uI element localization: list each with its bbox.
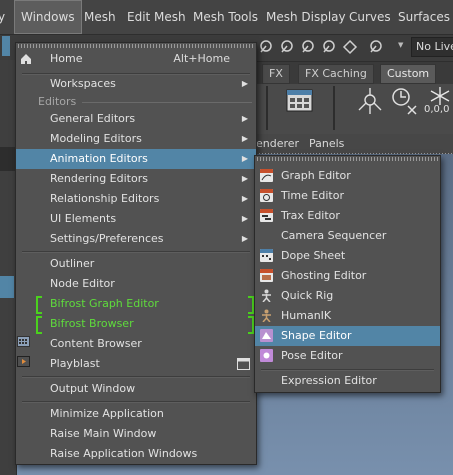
menu-item-rendering-editors[interactable]: Rendering Editors ▶ [16, 169, 256, 189]
locator-icon[interactable] [356, 86, 386, 118]
shelf-editor-icon[interactable] [285, 88, 315, 114]
dope-sheet-icon [260, 249, 273, 262]
statusline-mode-button[interactable] [2, 36, 10, 56]
menu-item-time-editor[interactable]: Time Editor [255, 186, 440, 206]
shelf-divider-2 [333, 86, 335, 130]
menu-item-graph-editor[interactable]: Graph Editor [255, 166, 440, 186]
menu-item-animation-editors[interactable]: Animation Editors ▶ [16, 149, 256, 169]
menu-item-raise-main-window[interactable]: Raise Main Window [16, 424, 256, 444]
live-dropdown-arrow[interactable]: ▼ [398, 41, 403, 49]
snowflake-icon[interactable] [428, 86, 453, 106]
menu-item-general-editors[interactable]: General Editors ▶ [16, 109, 256, 129]
playblast-icon [17, 356, 30, 367]
menu-windows[interactable]: Windows [14, 0, 82, 34]
menu-item-camera-sequencer[interactable]: Camera Sequencer [255, 226, 440, 246]
menu-mesh[interactable]: Mesh [78, 0, 122, 34]
menu-item-humanik[interactable]: HumanIK [255, 306, 440, 326]
menu-item-outliner[interactable]: Outliner [16, 254, 256, 274]
submenu-tearoff[interactable] [257, 157, 438, 161]
snap-to-view-icon[interactable] [342, 39, 358, 55]
shelf-numeric-readout: 0,0,0 [424, 104, 450, 115]
menu-item-node-editor[interactable]: Node Editor [16, 274, 256, 294]
section-header-editors: Editors [38, 95, 77, 108]
menu-item-expression-editor[interactable]: Expression Editor [255, 371, 440, 391]
shelf-tab-fx[interactable]: FX [262, 64, 290, 84]
left-strip-block [0, 147, 16, 171]
menu-item-home[interactable]: Home Alt+Home [16, 49, 256, 69]
windows-menu: Home Alt+Home Workspaces ▶ Editors Gener… [15, 42, 257, 465]
panel-menu-renderer[interactable]: enderer [256, 137, 299, 150]
green-bracket-left [36, 296, 42, 314]
shelf-tab-fx-caching[interactable]: FX Caching [298, 64, 374, 84]
menu-mesh-tools[interactable]: Mesh Tools [187, 0, 264, 34]
shelf-divider [266, 86, 268, 130]
menu-mesh-display[interactable]: Mesh Display [260, 0, 352, 34]
menu-item-raise-application-windows[interactable]: Raise Application Windows [16, 444, 256, 464]
menu-item-content-browser[interactable]: Content Browser [16, 334, 256, 354]
content-browser-icon [17, 336, 30, 347]
submenu-arrow-icon: ▶ [241, 194, 248, 203]
menu-item-relationship-editors[interactable]: Relationship Editors ▶ [16, 189, 256, 209]
time-editor-icon [260, 189, 273, 202]
home-icon [21, 54, 31, 64]
menu-edit-mesh[interactable]: Edit Mesh [121, 0, 192, 34]
snap-to-surface-icon[interactable] [323, 40, 335, 53]
snap-toolbar [260, 39, 382, 55]
shape-editor-icon [260, 329, 273, 342]
menu-item-ui-elements[interactable]: UI Elements ▶ [16, 209, 256, 229]
humanik-icon [262, 309, 271, 322]
submenu-arrow-icon: ▶ [241, 154, 248, 163]
menu-item-output-window[interactable]: Output Window [16, 379, 256, 399]
graph-editor-icon [260, 169, 273, 182]
snap-to-grid-icon[interactable] [260, 40, 272, 53]
menu-item-pose-editor[interactable]: Pose Editor [255, 346, 440, 366]
menu-item-settings-preferences[interactable]: Settings/Preferences ▶ [16, 229, 256, 249]
submenu-arrow-icon: ▶ [241, 174, 248, 183]
animation-editors-submenu: Graph Editor Time Editor Trax Editor Cam… [254, 155, 441, 393]
menu-separator [22, 401, 250, 403]
trax-editor-icon [260, 209, 273, 222]
main-menubar: y Windows Mesh Edit Mesh Mesh Tools Mesh… [0, 0, 453, 34]
quick-rig-icon [262, 289, 271, 302]
submenu-arrow-icon: ▶ [241, 134, 248, 143]
menu-separator [22, 376, 250, 378]
submenu-arrow-icon: ▶ [241, 214, 248, 223]
menu-item-bifrost-browser[interactable]: Bifrost Browser [16, 314, 256, 334]
home-shortcut: Alt+Home [173, 52, 230, 65]
submenu-arrow-icon: ▶ [241, 234, 248, 243]
menu-item-shape-editor[interactable]: Shape Editor [255, 326, 440, 346]
menu-item-bifrost-graph-editor[interactable]: Bifrost Graph Editor [16, 294, 256, 314]
menu-tearoff[interactable] [18, 44, 254, 48]
green-bracket-left [36, 316, 42, 334]
shelf-tab-custom[interactable]: Custom [380, 64, 437, 84]
timer-icon[interactable] [390, 86, 420, 118]
submenu-arrow-icon: ▶ [241, 114, 248, 123]
submenu-arrow-icon: ▶ [241, 79, 248, 88]
menu-surfaces[interactable]: Surfaces [392, 0, 453, 34]
snap-to-curve-icon[interactable] [281, 40, 293, 53]
menu-item-quick-rig[interactable]: Quick Rig [255, 286, 440, 306]
menu-item-ghosting-editor[interactable]: Ghosting Editor [255, 266, 440, 286]
section-line [82, 102, 252, 103]
snap-to-point-icon[interactable] [302, 40, 314, 53]
left-strip-selected[interactable] [0, 276, 14, 298]
menu-item-dope-sheet[interactable]: Dope Sheet [255, 246, 440, 266]
menu-item-modeling-editors[interactable]: Modeling Editors ▶ [16, 129, 256, 149]
ghosting-editor-icon [260, 269, 273, 282]
option-box-icon[interactable] [237, 358, 250, 370]
menu-item-playblast[interactable]: Playblast [16, 354, 256, 374]
panel-menu-panels[interactable]: Panels [309, 137, 344, 150]
menubar-edge-item[interactable]: y [0, 0, 8, 34]
snap-live-icon[interactable] [370, 40, 382, 53]
menu-item-trax-editor[interactable]: Trax Editor [255, 206, 440, 226]
pose-editor-icon [260, 349, 273, 362]
menu-separator [22, 251, 250, 253]
menu-item-workspaces[interactable]: Workspaces ▶ [16, 74, 256, 94]
menu-curves[interactable]: Curves [343, 0, 397, 34]
live-object-field[interactable]: No Live [411, 37, 453, 57]
menu-item-minimize-application[interactable]: Minimize Application [16, 404, 256, 424]
